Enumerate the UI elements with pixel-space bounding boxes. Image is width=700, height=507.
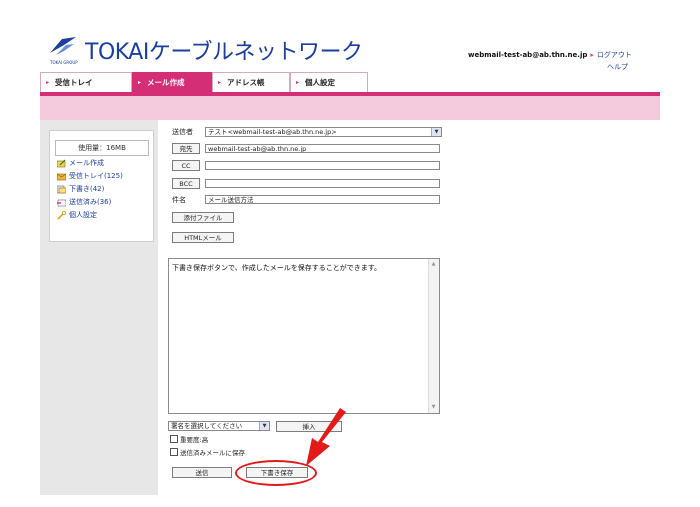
tab-label: メール作成 bbox=[147, 78, 185, 87]
sidebar-item-label: 受信トレイ(125) bbox=[69, 172, 123, 180]
sidebar-item-inbox[interactable]: 受信トレイ(125) bbox=[57, 171, 123, 181]
signature-select[interactable]: 署名を選択してください ▼ bbox=[168, 421, 270, 431]
sender-value: テスト<webmail-test-ab@ab.thn.ne.jp> bbox=[208, 128, 337, 136]
tab-address-book[interactable]: ▸ アドレス帳 bbox=[212, 72, 290, 92]
compose-icon bbox=[57, 159, 66, 167]
separator-arrow-icon: ▸ bbox=[590, 51, 594, 59]
sidebar-item-label: 下書き(42) bbox=[69, 185, 105, 193]
help-link[interactable]: ヘルプ bbox=[607, 62, 628, 72]
checkbox-box[interactable] bbox=[170, 448, 178, 456]
bcc-button[interactable]: BCC bbox=[172, 178, 200, 189]
bcc-field[interactable] bbox=[205, 179, 440, 188]
save-sent-label: 送信済みメールに保存 bbox=[180, 449, 245, 457]
sent-icon bbox=[57, 199, 66, 206]
pink-band bbox=[40, 96, 660, 120]
account-email: webmail-test-ab@ab.thn.ne.jp bbox=[468, 51, 588, 59]
settings-icon bbox=[57, 210, 66, 220]
drafts-icon bbox=[57, 185, 66, 193]
subject-field[interactable]: メール送信方法 bbox=[205, 195, 440, 204]
sender-label: 送信者 bbox=[172, 128, 193, 136]
chevron-down-icon: ▼ bbox=[259, 422, 269, 430]
scroll-up-icon[interactable]: ▲ bbox=[430, 261, 437, 268]
save-sent-checkbox[interactable]: 送信済みメールに保存 bbox=[170, 447, 245, 457]
sidebar-item-compose[interactable]: メール作成 bbox=[57, 158, 104, 168]
inbox-icon bbox=[57, 173, 66, 180]
group-label: TOKAI GROUP bbox=[50, 60, 78, 65]
cc-button[interactable]: CC bbox=[172, 160, 200, 171]
sidebar-item-label: 個人設定 bbox=[69, 211, 97, 219]
to-button[interactable]: 宛先 bbox=[172, 143, 200, 154]
tab-arrow-icon: ▸ bbox=[296, 79, 300, 86]
tab-label: 個人設定 bbox=[305, 78, 335, 87]
scroll-down-icon[interactable]: ▼ bbox=[430, 404, 437, 411]
sidebar-item-drafts[interactable]: 下書き(42) bbox=[57, 184, 104, 194]
tab-inbox[interactable]: ▸ 受信トレイ bbox=[40, 72, 132, 92]
pointer-arrow-icon bbox=[306, 408, 346, 466]
attach-file-button[interactable]: 添付ファイル bbox=[172, 212, 234, 223]
signature-value: 署名を選択してください bbox=[171, 422, 243, 430]
sidebar-item-sent[interactable]: 送信済み(36) bbox=[57, 197, 111, 207]
cc-field[interactable] bbox=[205, 161, 440, 170]
tab-arrow-icon: ▸ bbox=[138, 79, 142, 86]
body-scrollbar[interactable]: ▲ ▼ bbox=[428, 259, 439, 413]
tab-arrow-icon: ▸ bbox=[218, 79, 222, 86]
logout-link[interactable]: ログアウト bbox=[597, 51, 632, 59]
sidebar-item-label: メール作成 bbox=[69, 159, 104, 167]
to-field[interactable]: webmail-test-ab@ab.thn.ne.jp bbox=[205, 144, 440, 153]
sidebar-item-settings[interactable]: 個人設定 bbox=[57, 210, 97, 220]
html-mail-button[interactable]: HTMLメール bbox=[172, 232, 234, 243]
tab-settings[interactable]: ▸ 個人設定 bbox=[290, 72, 368, 92]
message-body[interactable]: 下書き保存ボタンで、作成したメールを保存することができます。 ▲ ▼ bbox=[168, 258, 440, 414]
usage-indicator: 使用量：16MB bbox=[55, 140, 149, 156]
tab-label: アドレス帳 bbox=[227, 78, 265, 87]
chevron-down-icon: ▼ bbox=[431, 128, 441, 136]
send-button[interactable]: 送信 bbox=[172, 467, 232, 478]
tab-compose[interactable]: ▸ メール作成 bbox=[132, 72, 212, 92]
message-body-text: 下書き保存ボタンで、作成したメールを保存することができます。 bbox=[172, 264, 382, 272]
sidebar-item-label: 送信済み(36) bbox=[69, 198, 112, 206]
subject-label: 件名 bbox=[172, 196, 186, 204]
account-bar: webmail-test-ab@ab.thn.ne.jp ▸ ログアウト bbox=[468, 50, 632, 60]
priority-label: 重要度:高 bbox=[180, 436, 209, 444]
tab-bar: ▸ 受信トレイ ▸ メール作成 ▸ アドレス帳 ▸ 個人設定 bbox=[40, 72, 660, 96]
brand-name: TOKAIケーブルネットワーク bbox=[85, 40, 363, 65]
priority-checkbox[interactable]: 重要度:高 bbox=[170, 434, 208, 444]
tab-label: 受信トレイ bbox=[55, 78, 93, 87]
tab-arrow-icon: ▸ bbox=[46, 79, 50, 86]
tokai-logo-icon bbox=[50, 37, 76, 55]
checkbox-box[interactable] bbox=[170, 435, 178, 443]
sender-select[interactable]: テスト<webmail-test-ab@ab.thn.ne.jp> ▼ bbox=[205, 127, 442, 137]
